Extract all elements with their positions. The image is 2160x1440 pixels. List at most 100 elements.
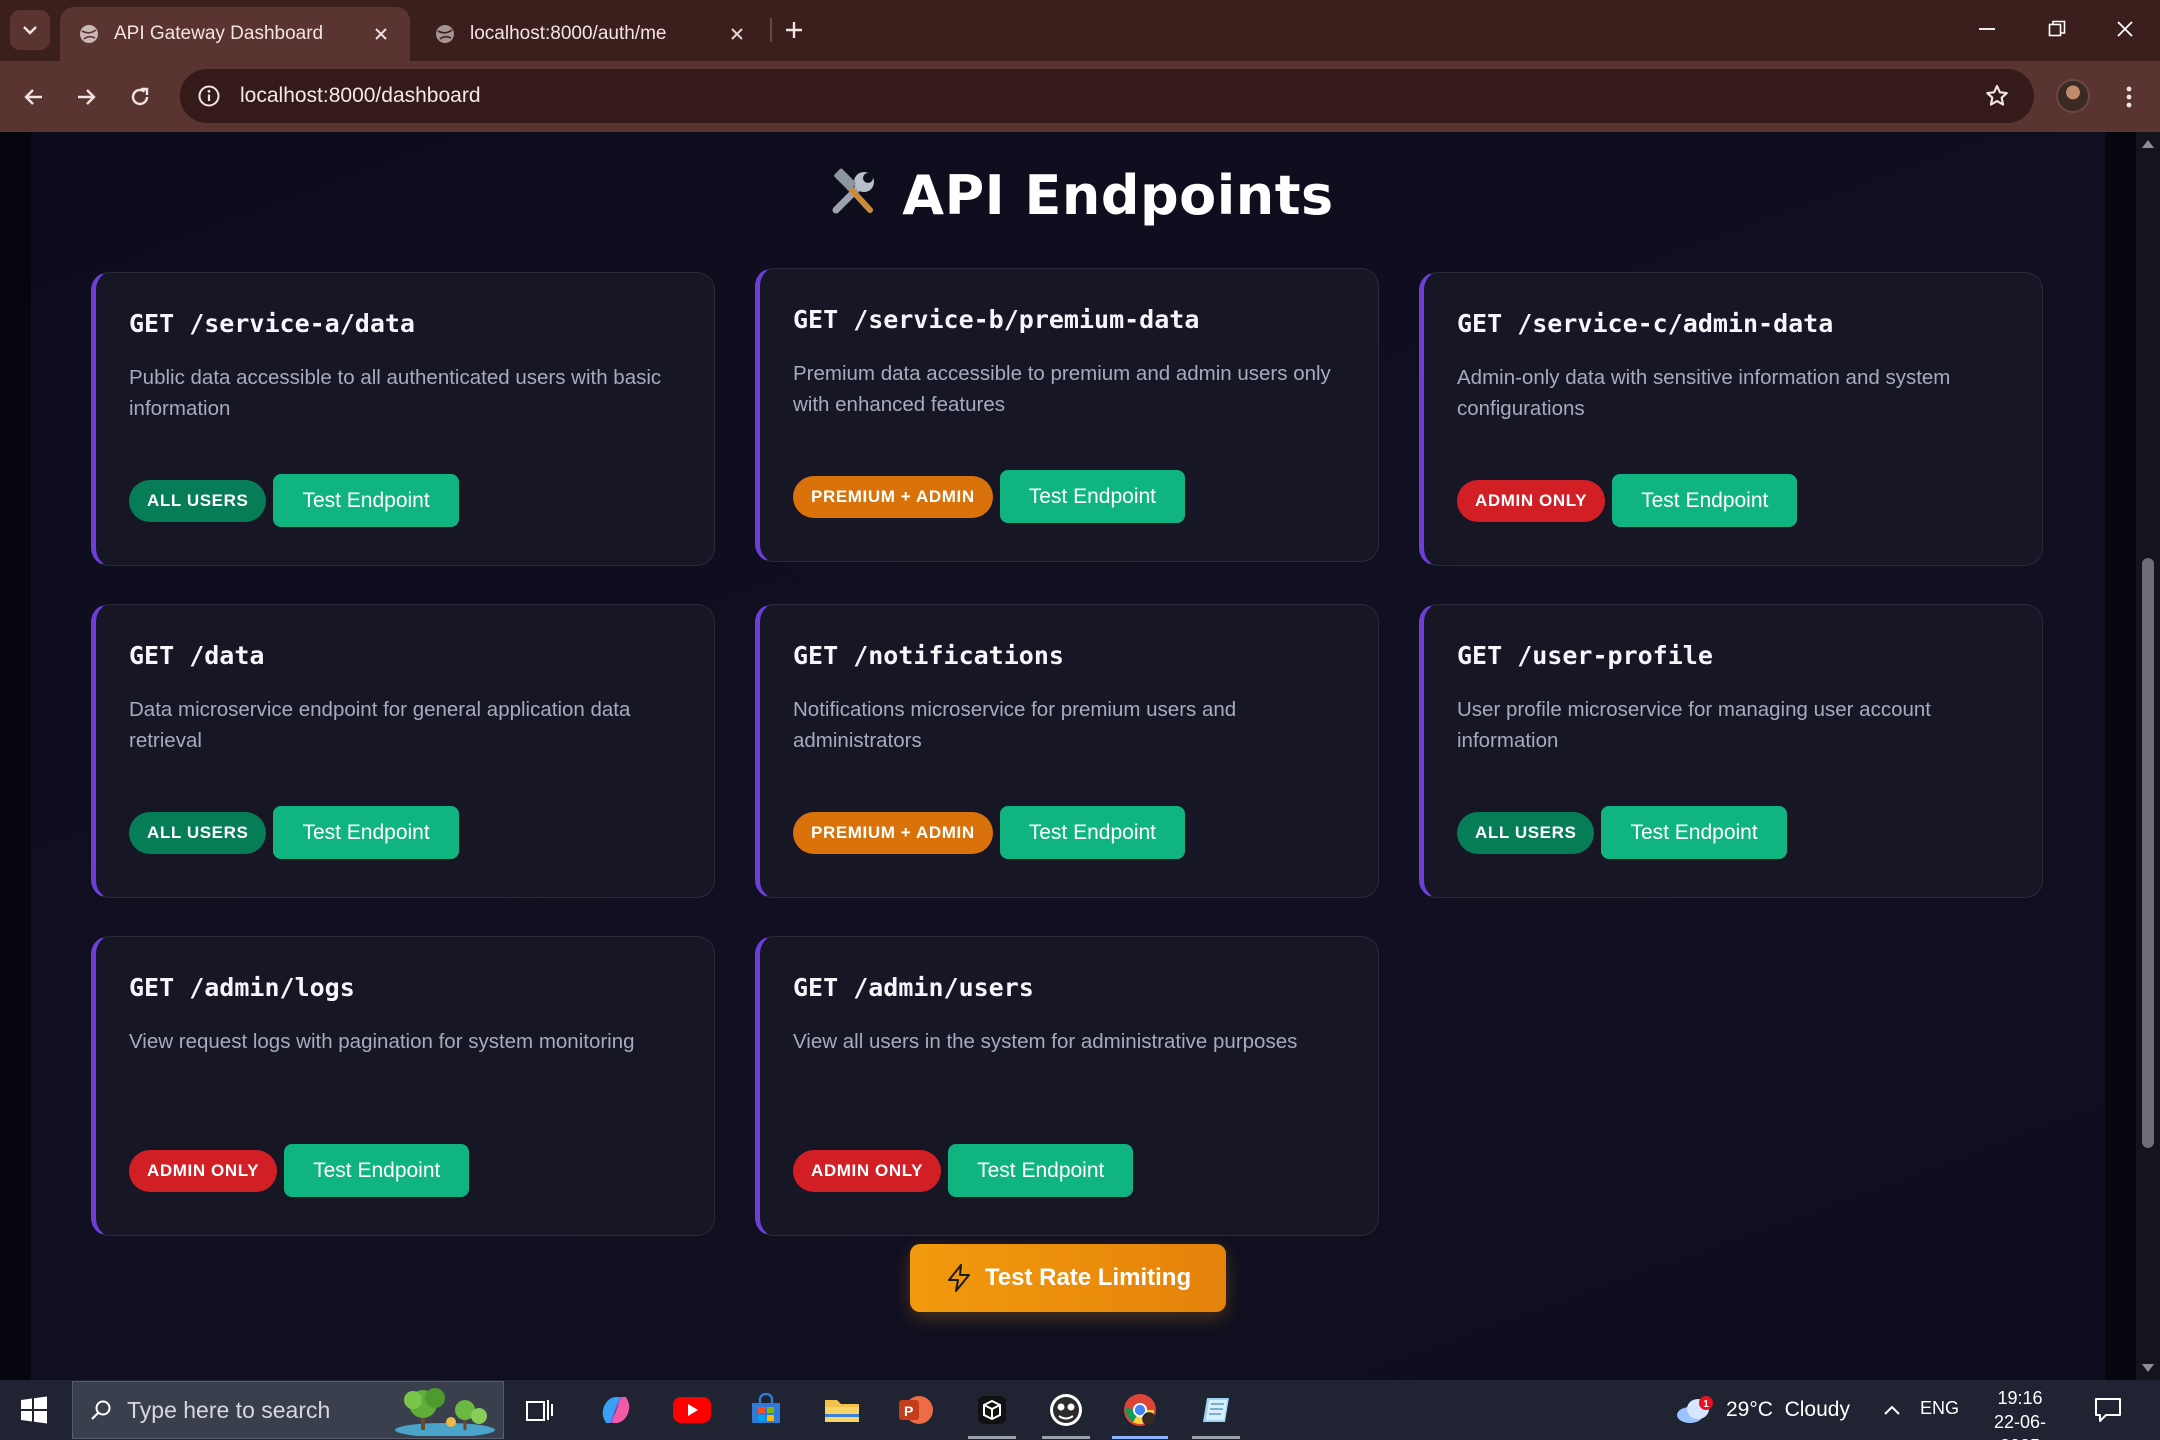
app-mascot[interactable]	[1034, 1386, 1098, 1439]
restore-button[interactable]	[2022, 0, 2092, 58]
url-text[interactable]: localhost:8000/dashboard	[240, 84, 481, 108]
microsoft-store-app[interactable]	[734, 1386, 798, 1434]
powerpoint-icon: P	[899, 1396, 933, 1424]
app-cube[interactable]	[960, 1386, 1024, 1439]
minimize-icon	[1979, 28, 1995, 30]
page-viewport: API Endpoints GET /service-a/data Public…	[0, 132, 2160, 1380]
copilot-app[interactable]	[584, 1386, 648, 1434]
windows-logo-icon	[21, 1396, 47, 1424]
back-button[interactable]	[12, 75, 56, 119]
scroll-down-icon[interactable]	[2142, 1364, 2154, 1372]
input-language[interactable]: ENG	[1920, 1398, 1959, 1419]
test-endpoint-button[interactable]: Test Endpoint	[999, 806, 1186, 859]
clock-date: 22-06-2025	[1993, 1412, 2047, 1440]
chevron-down-icon	[23, 26, 37, 35]
test-endpoint-button[interactable]: Test Endpoint	[948, 1144, 1134, 1197]
endpoint-description: Data microservice endpoint for general a…	[129, 698, 631, 752]
endpoint-card: GET /admin/users View all users in the s…	[755, 936, 1379, 1236]
chrome-app[interactable]	[1108, 1386, 1172, 1439]
weather-text: 29°C Cloudy	[1726, 1398, 1850, 1421]
test-rate-limiting-button[interactable]: Test Rate Limiting	[910, 1244, 1226, 1312]
minimize-button[interactable]	[1952, 0, 2022, 58]
endpoint-card: GET /admin/logs View request logs with p…	[91, 936, 715, 1236]
close-window-button[interactable]	[2090, 0, 2160, 58]
endpoint-actions: ALL USERS Test Endpoint	[1457, 806, 1787, 859]
endpoint-path: GET /service-a/data	[129, 309, 415, 338]
endpoint-path: GET /admin/logs	[129, 973, 355, 1002]
test-endpoint-button[interactable]: Test Endpoint	[273, 806, 459, 859]
cloud-icon: 1	[1674, 1395, 1714, 1425]
close-tab-icon[interactable]	[370, 23, 392, 45]
copilot-icon	[602, 1397, 630, 1423]
globe-icon	[80, 25, 98, 43]
store-icon	[752, 1393, 780, 1423]
scroll-up-icon[interactable]	[2142, 140, 2154, 148]
notification-center-button[interactable]	[2092, 1394, 2124, 1426]
test-endpoint-button[interactable]: Test Endpoint	[1601, 806, 1787, 859]
address-bar[interactable]: localhost:8000/dashboard	[180, 69, 2034, 123]
youtube-icon	[673, 1397, 711, 1423]
system-clock[interactable]: 19:16 22-06-2025	[1974, 1386, 2066, 1440]
youtube-app[interactable]	[660, 1386, 724, 1434]
test-endpoint-button[interactable]: Test Endpoint	[999, 470, 1186, 523]
access-badge: PREMIUM + ADMIN	[793, 475, 993, 518]
arrow-right-icon	[78, 89, 96, 105]
profile-avatar[interactable]	[2056, 79, 2090, 113]
endpoint-actions: ADMIN ONLY Test Endpoint	[1457, 474, 1798, 527]
endpoint-path: GET /service-c/admin-data	[1457, 309, 1834, 338]
test-endpoint-button[interactable]: Test Endpoint	[1612, 474, 1798, 527]
taskbar-search[interactable]: Type here to search	[72, 1381, 504, 1439]
reload-button[interactable]	[118, 75, 162, 119]
arrow-left-icon	[24, 89, 42, 105]
endpoint-card: GET /service-b/premium-data Premium data…	[755, 268, 1379, 562]
endpoint-path: GET /admin/users	[793, 973, 1034, 1002]
reload-icon	[131, 87, 149, 106]
notification-icon	[2095, 1398, 2121, 1422]
endpoint-path: GET /data	[129, 641, 265, 670]
new-tab-button[interactable]	[776, 12, 812, 48]
search-highlight-illustration	[395, 1388, 495, 1436]
site-info-icon[interactable]	[194, 81, 224, 111]
show-hidden-icons-button[interactable]	[1880, 1396, 1904, 1424]
access-badge: ADMIN ONLY	[1457, 479, 1606, 522]
test-endpoint-button[interactable]: Test Endpoint	[284, 1144, 470, 1197]
close-icon	[2117, 21, 2133, 37]
search-icon	[89, 1398, 113, 1422]
cube-app-icon	[978, 1396, 1006, 1424]
tab-search-button[interactable]	[10, 10, 50, 50]
section-title-text: API Endpoints	[902, 164, 1334, 227]
powerpoint-app[interactable]: P	[884, 1386, 948, 1434]
tab-title: API Gateway Dashboard	[114, 23, 324, 44]
tab-separator	[770, 18, 772, 42]
browser-menu-button[interactable]	[2114, 77, 2144, 117]
endpoint-actions: ALL USERS Test Endpoint	[129, 806, 459, 859]
access-badge: ADMIN ONLY	[129, 1149, 278, 1192]
test-endpoint-button[interactable]: Test Endpoint	[273, 474, 459, 527]
endpoint-description: Premium data accessible to premium and a…	[793, 362, 1331, 416]
tab-auth-me[interactable]: localhost:8000/auth/me	[416, 7, 766, 61]
app-notes[interactable]	[1184, 1386, 1248, 1439]
access-badge: PREMIUM + ADMIN	[793, 811, 993, 854]
browser-tab-bar: API Gateway Dashboard localhost:8000/aut…	[0, 0, 2160, 61]
page-scrollbar[interactable]	[2136, 132, 2160, 1380]
tab-title: localhost:8000/auth/me	[470, 23, 667, 44]
access-badge: ADMIN ONLY	[793, 1149, 942, 1192]
rate-button-label: Test Rate Limiting	[984, 1264, 1192, 1291]
endpoint-description: View request logs with pagination for sy…	[129, 1030, 635, 1053]
file-explorer-app[interactable]	[810, 1386, 874, 1434]
mascot-app-icon	[1050, 1394, 1082, 1426]
scroll-thumb[interactable]	[2142, 558, 2154, 1148]
weather-widget[interactable]: 1 29°C Cloudy	[1674, 1388, 1850, 1432]
access-badge: ALL USERS	[129, 811, 267, 854]
endpoint-card: GET /notifications Notifications microse…	[755, 604, 1379, 898]
section-title: API Endpoints	[0, 164, 2160, 233]
endpoint-card: GET /user-profile User profile microserv…	[1419, 604, 2043, 898]
forward-button[interactable]	[64, 75, 108, 119]
bookmark-star-icon[interactable]	[1982, 81, 2012, 111]
start-button[interactable]	[14, 1392, 54, 1428]
endpoint-description: Notifications microservice for premium u…	[793, 698, 1237, 752]
task-view-button[interactable]	[508, 1386, 572, 1434]
tab-api-gateway-dashboard[interactable]: API Gateway Dashboard	[60, 7, 410, 61]
svg-text:P: P	[904, 1403, 913, 1419]
close-tab-icon[interactable]	[726, 23, 748, 45]
